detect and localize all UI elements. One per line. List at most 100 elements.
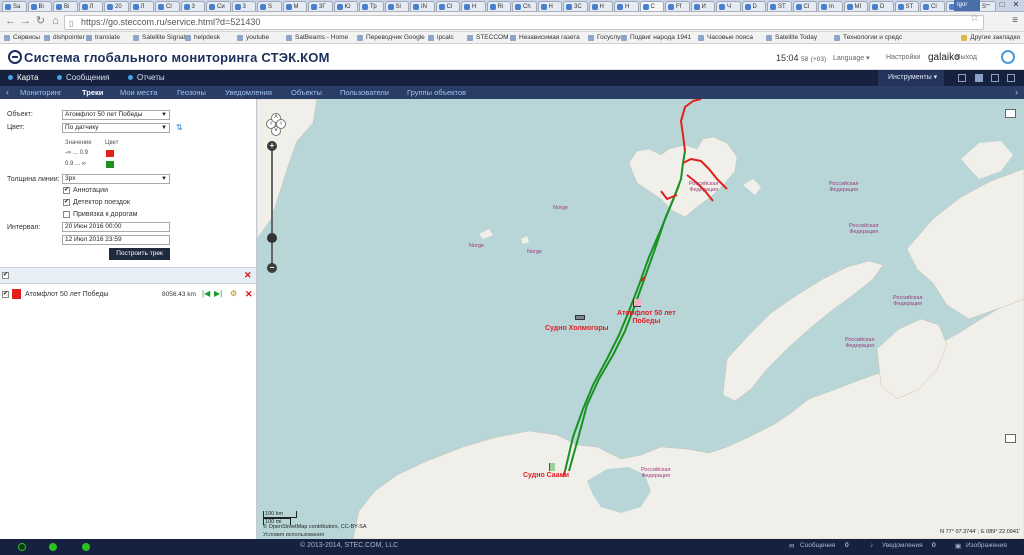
road-snap-checkbox[interactable] xyxy=(63,211,70,218)
browser-tab[interactable]: 20 xyxy=(104,1,129,11)
skip-end-icon[interactable]: ▶| xyxy=(214,289,222,298)
chevron-right-icon[interactable]: › xyxy=(1015,86,1018,98)
vessel-atomflot-label[interactable]: Атомфлот 50 лет Победы xyxy=(617,310,676,325)
tools-button[interactable]: Инструменты ▾ xyxy=(878,70,944,86)
vessel-saami-label[interactable]: Судно Саами xyxy=(523,472,569,480)
notifications-counter-label[interactable]: Уведомления xyxy=(882,542,923,549)
date-from-input[interactable]: 20 Июн 2016 00:00 xyxy=(62,222,170,232)
vessel-atomflot-icon[interactable] xyxy=(633,299,641,307)
pan-down-icon[interactable]: ˅ xyxy=(271,126,281,136)
annotations-checkbox[interactable] xyxy=(63,187,70,194)
images-label[interactable]: Изображения xyxy=(966,542,1007,549)
browser-tab[interactable]: Bi xyxy=(27,1,52,11)
line-width-select[interactable]: 3px ▼ xyxy=(62,174,170,184)
bookmark-item[interactable]: Технологии и средс xyxy=(834,33,902,43)
browser-tab[interactable]: Н xyxy=(588,1,613,11)
chevron-left-icon[interactable]: ‹ xyxy=(6,86,9,98)
browser-tab[interactable]: Cl xyxy=(435,1,460,11)
layers-icon[interactable] xyxy=(1005,109,1016,118)
forward-icon[interactable]: → xyxy=(19,15,32,29)
trip-detector-checkbox[interactable] xyxy=(63,199,70,206)
browser-tab[interactable]: Ff xyxy=(665,1,690,11)
tab-notifications[interactable]: Уведомления xyxy=(225,88,272,97)
browser-tab[interactable]: Cl xyxy=(155,1,180,11)
delete-track-icon[interactable]: ✕ xyxy=(245,289,253,300)
browser-tab[interactable]: Sa xyxy=(2,1,27,11)
bookmark-item[interactable]: Satellite Signals xyxy=(133,33,188,43)
bookmark-item[interactable]: STECCOM xyxy=(467,33,509,43)
color-select[interactable]: По датчику ▼ xyxy=(62,123,170,133)
bookmark-item[interactable]: dishpointer xyxy=(44,33,85,43)
bookmark-item[interactable]: Часовые пояса xyxy=(698,33,753,43)
vessel-holmogory-icon[interactable] xyxy=(575,315,585,320)
browser-tab[interactable]: Н xyxy=(537,1,562,11)
browser-tab[interactable]: Ч xyxy=(716,1,741,11)
nav-map[interactable]: Карта xyxy=(8,73,38,82)
browser-tab[interactable]: MI xyxy=(843,1,868,11)
bookmark-item[interactable]: Переводчик Google xyxy=(357,33,425,43)
back-icon[interactable]: ← xyxy=(4,15,17,29)
terms-link[interactable]: Условия использования xyxy=(263,532,324,538)
messages-counter-label[interactable]: Сообщения xyxy=(800,542,835,549)
refresh-icon[interactable]: ⇅ xyxy=(176,123,183,132)
track-checkbox[interactable] xyxy=(2,291,9,298)
browser-tab[interactable]: Ю xyxy=(333,1,358,11)
browser-menu-icon[interactable]: ≡ xyxy=(1012,15,1018,26)
browser-tab[interactable]: 3С xyxy=(563,1,588,11)
zoom-in-button[interactable]: + xyxy=(267,141,277,151)
tab-my-places[interactable]: Мои места xyxy=(120,88,157,97)
browser-tab[interactable]: Тр xyxy=(359,1,384,11)
url-input[interactable]: ▯ https://go.steccom.ru/service.html?d=5… xyxy=(64,15,984,30)
tab-objects[interactable]: Объекты xyxy=(291,88,322,97)
browser-tab[interactable]: И xyxy=(690,1,715,11)
nav-reports[interactable]: Отчеты xyxy=(128,73,165,82)
browser-tab[interactable]: Cl xyxy=(920,1,945,11)
bookmark-other[interactable]: Другие закладки xyxy=(961,33,1020,43)
browser-tab[interactable]: 3 xyxy=(231,1,256,11)
browser-tab[interactable]: Л xyxy=(129,1,154,11)
minimize-icon[interactable]: – xyxy=(982,0,994,11)
tab-geozones[interactable]: Геозоны xyxy=(177,88,206,97)
browser-tab[interactable]: S xyxy=(257,1,282,11)
object-select[interactable]: Атомфлот 50 лет Победы ▼ xyxy=(62,110,170,120)
tab-object-groups[interactable]: Группы объектов xyxy=(407,88,466,97)
browser-tab[interactable]: Н xyxy=(461,1,486,11)
map-attribution[interactable]: © OpenStreetMap contributors, CC-BY-SA xyxy=(263,524,367,530)
browser-tab[interactable]: 3Г xyxy=(308,1,333,11)
vessel-saami-icon[interactable] xyxy=(549,463,555,471)
layout-split-icon[interactable] xyxy=(975,74,983,82)
home-icon[interactable]: ⌂ xyxy=(49,15,62,29)
date-to-input[interactable]: 12 Июл 2016 23:59 xyxy=(62,235,170,245)
zoom-slider-rail[interactable] xyxy=(271,149,273,267)
bookmark-item[interactable]: translate xyxy=(86,33,120,43)
tab-tracks[interactable]: Треки xyxy=(82,88,103,97)
bookmark-item[interactable]: SatBeams - Home xyxy=(286,33,348,43)
settings-link[interactable]: Настройки xyxy=(886,54,920,61)
language-menu[interactable]: Language ▾ xyxy=(833,54,870,62)
browser-tab[interactable]: Sl xyxy=(384,1,409,11)
track-color-swatch[interactable] xyxy=(12,289,21,299)
tab-users[interactable]: Пользователи xyxy=(340,88,389,97)
skip-start-icon[interactable]: |◀ xyxy=(202,289,210,298)
reload-icon[interactable]: ↻ xyxy=(34,15,47,29)
browser-tab[interactable]: Н xyxy=(614,1,639,11)
bookmark-item[interactable]: youtube xyxy=(237,33,269,43)
map-view[interactable]: ‹ ˄ › ˅ + − Norge Norge Norge Российская… xyxy=(257,99,1024,539)
browser-user-chip[interactable]: Igor xyxy=(954,0,980,11)
bookmark-star-icon[interactable]: ☆ xyxy=(970,13,979,24)
close-icon[interactable]: ✕ xyxy=(1010,0,1022,11)
logout-link[interactable]: Выход xyxy=(956,54,977,61)
fullscreen-icon[interactable] xyxy=(1005,434,1016,443)
range-1-swatch[interactable] xyxy=(106,150,114,157)
bookmark-item[interactable]: ipcalc xyxy=(428,33,454,43)
browser-tab[interactable]: ST xyxy=(767,1,792,11)
browser-tab[interactable]: Bi xyxy=(53,1,78,11)
browser-tab[interactable]: Ri xyxy=(486,1,511,11)
power-icon[interactable] xyxy=(1001,50,1015,64)
vessel-holmogory-label[interactable]: Судно Холмогоры xyxy=(545,325,609,333)
browser-tab[interactable]: In xyxy=(818,1,843,11)
bookmark-item[interactable]: Независимая газета xyxy=(510,33,580,43)
tab-monitoring[interactable]: Мониторинг xyxy=(20,88,62,97)
maximize-icon[interactable]: □ xyxy=(996,0,1008,11)
zoom-slider-handle[interactable] xyxy=(267,233,277,243)
